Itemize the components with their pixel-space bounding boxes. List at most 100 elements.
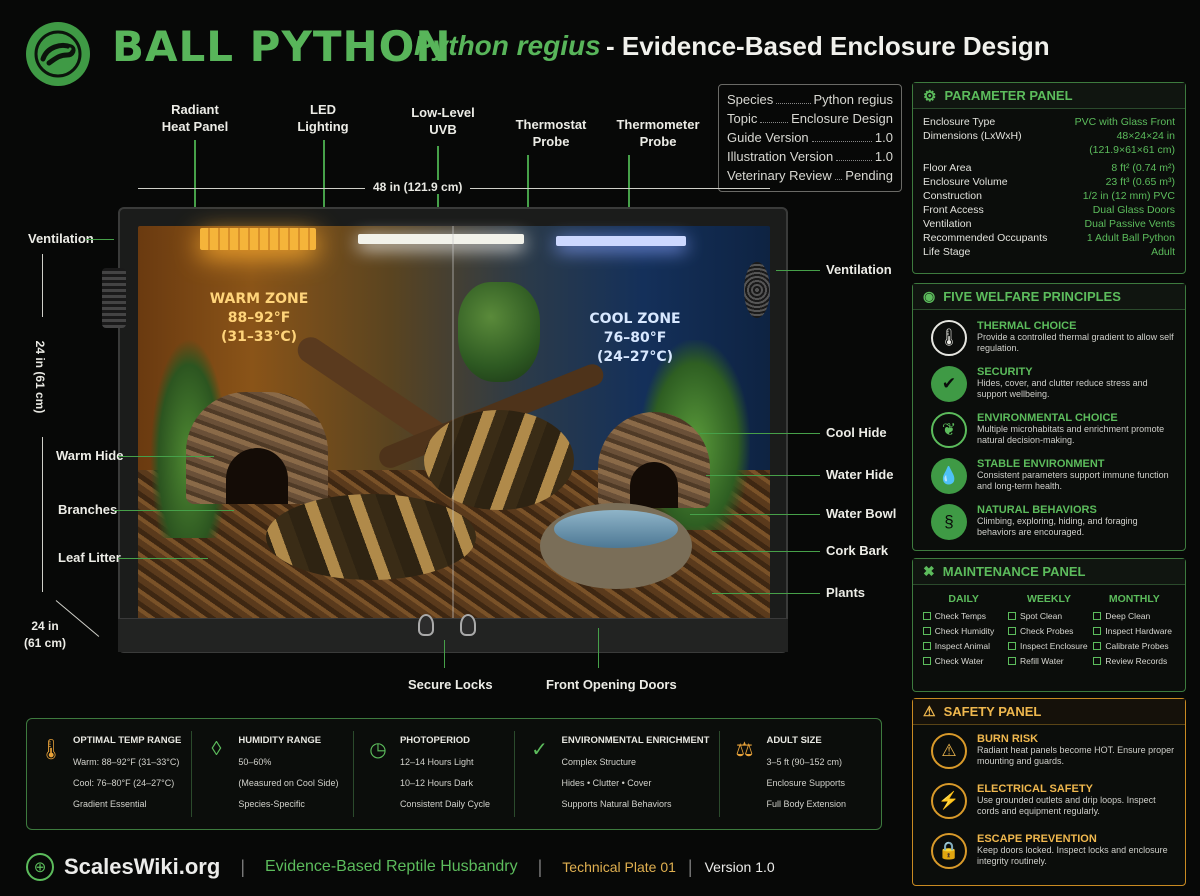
divider: | [240, 856, 245, 877]
lightning-icon: ⚡ [931, 783, 967, 819]
list-item[interactable]: Spot Clean [1008, 609, 1090, 624]
leader-line [86, 239, 114, 240]
meta-row: Species Python regius [727, 92, 893, 107]
safety-item: ⚡ ELECTRICAL SAFETY Use grounded outlets … [913, 777, 1185, 827]
list-item[interactable]: Review Records [1093, 654, 1175, 669]
table-row: Construction 1/2 in (12 mm) PVC [923, 190, 1175, 202]
list-item[interactable]: Inspect Animal [922, 639, 1005, 654]
door-seam [452, 226, 454, 618]
list-item[interactable]: Check Temps [922, 609, 1005, 624]
clock-icon: ◷ [369, 738, 387, 761]
paw-icon: ◉ [923, 288, 936, 304]
page-title: BALL PYTHON [112, 22, 452, 71]
weight-icon: ⚖ [735, 738, 754, 761]
label-led-lighting: LED Lighting [297, 102, 349, 134]
leader-line [444, 640, 445, 668]
table-row: Floor Area 8 ft² (0.74 m²) [923, 162, 1175, 174]
welfare-item: § NATURAL BEHAVIORS Climbing, exploring, … [913, 500, 1185, 546]
leader-line [700, 433, 820, 434]
label-plants: Plants [826, 585, 866, 600]
list-item[interactable]: Check Humidity [922, 624, 1005, 639]
label-thermometer-probe: Thermometer Probe [616, 117, 700, 149]
shield-check-icon: ✓ [531, 738, 548, 761]
lock-icon: 🔒 [931, 833, 967, 869]
checkbox-icon[interactable] [1008, 612, 1017, 620]
leader-line [114, 510, 234, 511]
label-warm-hide: Warm Hide [56, 448, 124, 463]
label-secure-locks: Secure Locks [408, 677, 493, 692]
checkbox-icon[interactable] [922, 627, 931, 635]
checkbox-icon[interactable] [922, 612, 931, 620]
lock-icon[interactable] [460, 614, 476, 636]
site-logo [26, 22, 90, 86]
leader-line [712, 551, 820, 552]
divider: | [537, 856, 543, 877]
warning-icon: ⚠ [923, 703, 936, 719]
table-row: Enclosure Type PVC with Glass Front [923, 116, 1175, 128]
safety-item: ⚠ BURN RISK Radiant heat panels become HO… [913, 727, 1185, 777]
heat-panel [200, 228, 316, 250]
gear-icon: ⚙ [923, 87, 937, 105]
water-surface [554, 510, 678, 548]
meta-row: Veterinary Review Pending [727, 168, 893, 183]
info-cell-humidity: ◊ HUMIDITY RANGE 50–60% (Measured on Coo… [192, 731, 354, 817]
footer-version: Version 1.0 [704, 859, 775, 875]
list-item[interactable]: Check Probes [1008, 624, 1090, 639]
scientific-name: Python regius [414, 30, 601, 61]
list-item[interactable]: Deep Clean [1093, 609, 1175, 624]
leader-line [690, 514, 820, 515]
footer: ⊕ ScalesWiki.org | Evidence-Based Reptil… [26, 848, 888, 886]
warm-hide [186, 392, 328, 504]
info-cell-size: ⚖ ADULT SIZE 3–5 ft (90–152 cm) Enclosur… [720, 731, 881, 817]
snake-icon: § [931, 504, 967, 540]
page-subtitle: - Evidence-Based Enclosure Design [606, 31, 1050, 61]
footer-tagline: Evidence-Based Reptile Husbandry [265, 858, 518, 875]
welfare-item: 💧 STABLE ENVIRONMENT Consistent parameter… [913, 454, 1185, 500]
checkbox-icon[interactable] [1093, 642, 1102, 650]
table-row: Front Access Dual Glass Doors [923, 204, 1175, 216]
info-cell-photoperiod: ◷ PHOTOPERIOD 12–14 Hours Light 10–12 Ho… [354, 731, 516, 817]
info-cell-temp: 🌡 OPTIMAL TEMP RANGE Warm: 88–92°F (31–3… [27, 731, 193, 817]
checkbox-icon[interactable] [1008, 627, 1017, 635]
label-thermostat-probe: Thermostat Probe [515, 117, 587, 149]
table-row: (121.9×61×61 cm) [1089, 144, 1175, 156]
welfare-panel-title: ◉ FIVE WELFARE PRINCIPLES [913, 284, 1185, 310]
label-cool-hide: Cool Hide [826, 425, 887, 440]
thermometer-icon: 🌡 [931, 320, 967, 356]
led-light-bar [358, 234, 524, 244]
checkbox-icon[interactable] [1093, 627, 1102, 635]
fire-icon: ⚠ [931, 733, 967, 769]
snake-logo-icon [34, 30, 82, 78]
list-item[interactable]: Calibrate Probes [1093, 639, 1175, 654]
label-cork-bark: Cork Bark [826, 543, 889, 558]
safety-panel: ⚠ SAFETY PANEL ⚠ BURN RISK Radiant heat pa… [912, 698, 1186, 886]
list-item[interactable]: Refill Water [1008, 654, 1090, 669]
info-bar: 🌡 OPTIMAL TEMP RANGE Warm: 88–92°F (31–3… [26, 718, 882, 830]
list-item[interactable]: Inspect Hardware [1093, 624, 1175, 639]
snake-coil [266, 494, 476, 580]
table-row: Life Stage Adult [923, 246, 1175, 258]
list-item[interactable]: Inspect Enclosure [1008, 639, 1090, 654]
checkbox-icon[interactable] [1008, 642, 1017, 650]
parameter-panel-title: ⚙ PARAMETER PANEL [913, 83, 1185, 109]
globe-icon: ⊕ [26, 853, 54, 881]
checkbox-icon[interactable] [922, 657, 931, 665]
label-ventilation-left: Ventilation [28, 231, 94, 246]
cool-zone-label: COOL ZONE 76–80°F (24–27°C) [589, 311, 681, 365]
list-item[interactable]: Check Water [922, 654, 1005, 669]
meta-row: Topic Enclosure Design [727, 111, 893, 126]
lock-icon[interactable] [418, 614, 434, 636]
welfare-item: 🌡 THERMAL CHOICE Provide a controlled the… [913, 316, 1185, 362]
welfare-panel: ◉ FIVE WELFARE PRINCIPLES 🌡 THERMAL CHOIC… [912, 283, 1186, 551]
checkbox-icon[interactable] [1008, 657, 1017, 665]
safety-item: 🔒 ESCAPE PREVENTION Keep doors locked. In… [913, 827, 1185, 877]
meta-row: Illustration Version 1.0 [727, 149, 893, 164]
checkbox-icon[interactable] [1093, 657, 1102, 665]
checkbox-icon[interactable] [1093, 612, 1102, 620]
welfare-item: ❦ ENVIRONMENTAL CHOICE Multiple microhabi… [913, 408, 1185, 454]
parameter-panel: ⚙ PARAMETER PANEL Enclosure Type PVC with … [912, 82, 1186, 274]
checkbox-icon[interactable] [922, 642, 931, 650]
footer-site-link[interactable]: ScalesWiki.org [64, 854, 220, 880]
footer-plate: Technical Plate 01 [562, 859, 676, 875]
table-row: Enclosure Volume 23 ft³ (0.65 m³) [923, 176, 1175, 188]
